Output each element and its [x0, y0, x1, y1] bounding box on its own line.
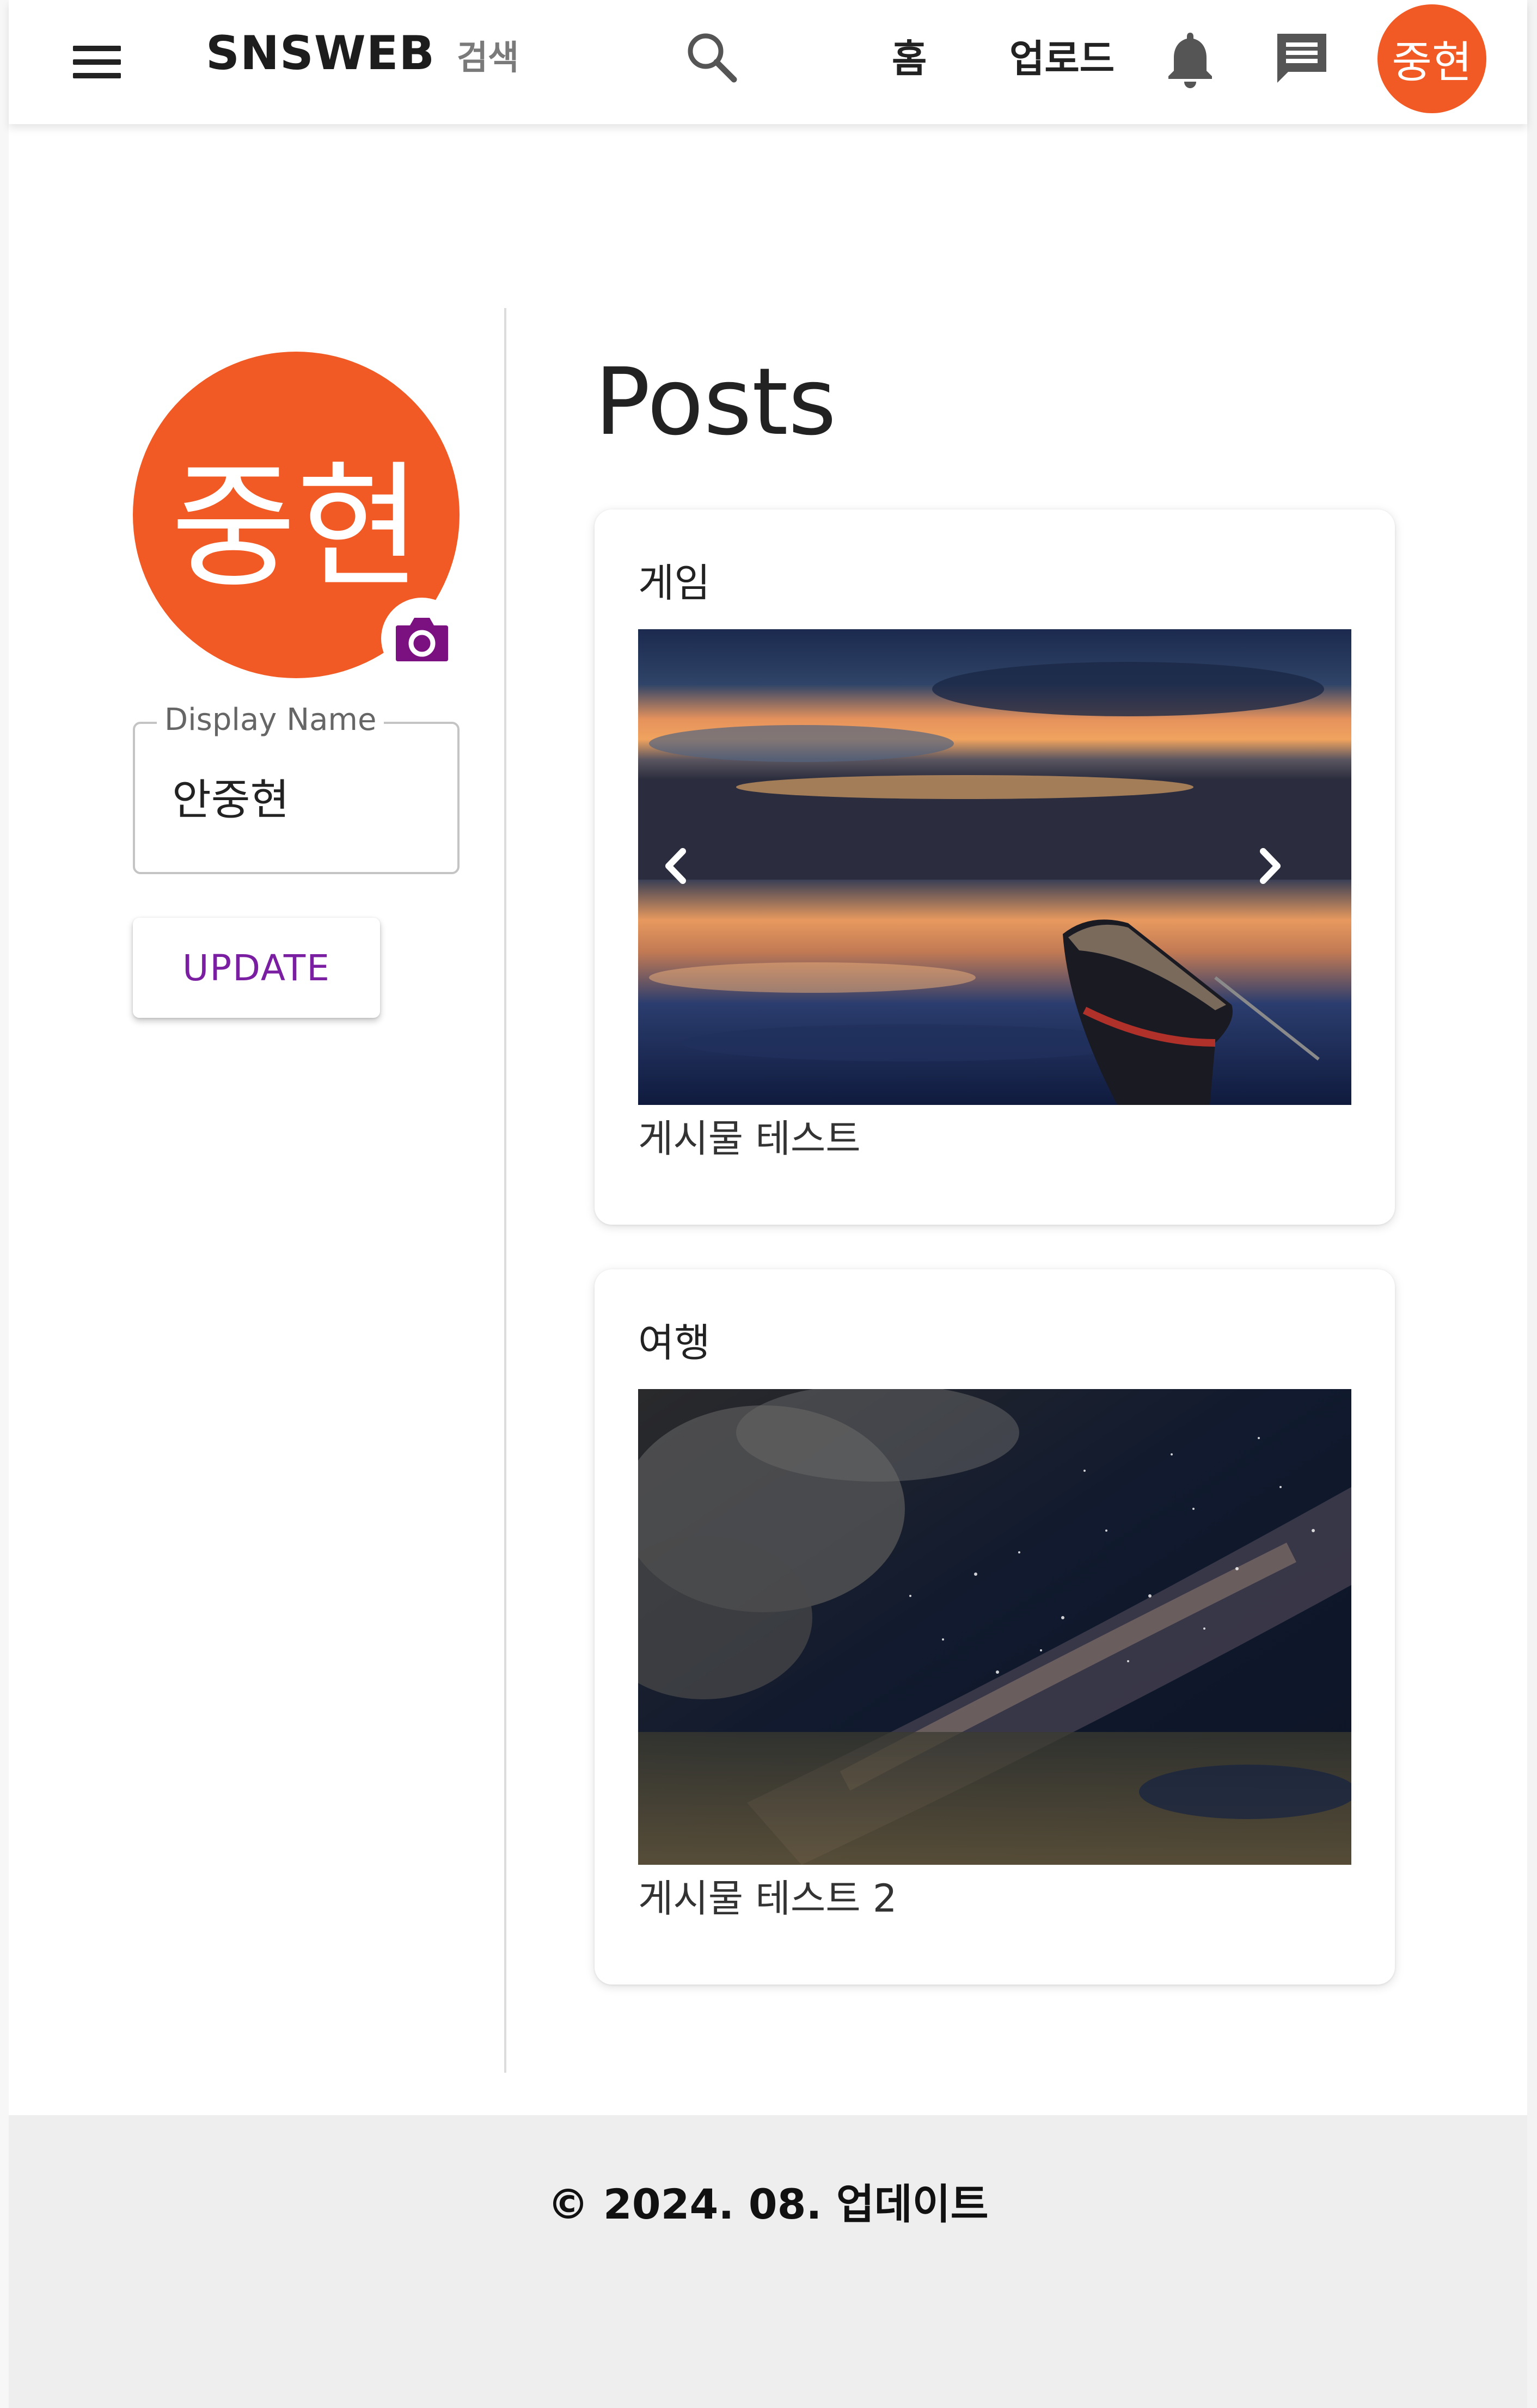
footer-text: © 2024. 08. 업데이트: [547, 2180, 989, 2228]
display-name-field[interactable]: Display Name: [133, 702, 460, 874]
search-icon[interactable]: [682, 27, 742, 87]
nav-home-link[interactable]: 홈: [892, 28, 927, 83]
brand-name[interactable]: SNSWEB: [206, 26, 435, 81]
chat-icon[interactable]: [1272, 28, 1332, 88]
footer: © 2024. 08. 업데이트: [9, 2115, 1527, 2408]
display-name-input[interactable]: [172, 772, 433, 821]
camera-icon: [396, 618, 448, 661]
hamburger-menu-icon[interactable]: [70, 42, 124, 82]
post-card[interactable]: 게임 게시물 테스트: [595, 509, 1395, 1225]
avatar[interactable]: 중현: [1377, 4, 1486, 113]
posts-title: Posts: [595, 348, 837, 456]
window-frame-right: [1527, 0, 1537, 2408]
display-name-label: Display Name: [157, 702, 384, 738]
post-image-night-sky[interactable]: [638, 1389, 1351, 1865]
update-button[interactable]: UPDATE: [133, 918, 380, 1018]
brand-search-label[interactable]: 검색: [457, 30, 519, 79]
bell-icon[interactable]: [1164, 28, 1216, 88]
window-frame-left: [0, 0, 9, 2408]
chevron-right-icon[interactable]: [1242, 836, 1297, 896]
post-category: 게임: [638, 560, 711, 606]
chevron-left-icon[interactable]: [649, 836, 703, 896]
post-caption: 게시물 테스트: [638, 1116, 861, 1161]
brand[interactable]: SNSWEB 검색: [206, 26, 519, 86]
post-card[interactable]: 여행 게시물 테스트 2: [595, 1269, 1395, 1985]
column-divider: [504, 308, 506, 2073]
post-caption: 게시물 테스트 2: [638, 1876, 897, 1921]
nav-upload-link[interactable]: 업로드: [1009, 28, 1115, 83]
change-photo-button[interactable]: [381, 598, 463, 679]
post-category: 여행: [638, 1320, 711, 1366]
top-app-bar: SNSWEB 검색 홈 업로드 중현: [9, 0, 1527, 124]
